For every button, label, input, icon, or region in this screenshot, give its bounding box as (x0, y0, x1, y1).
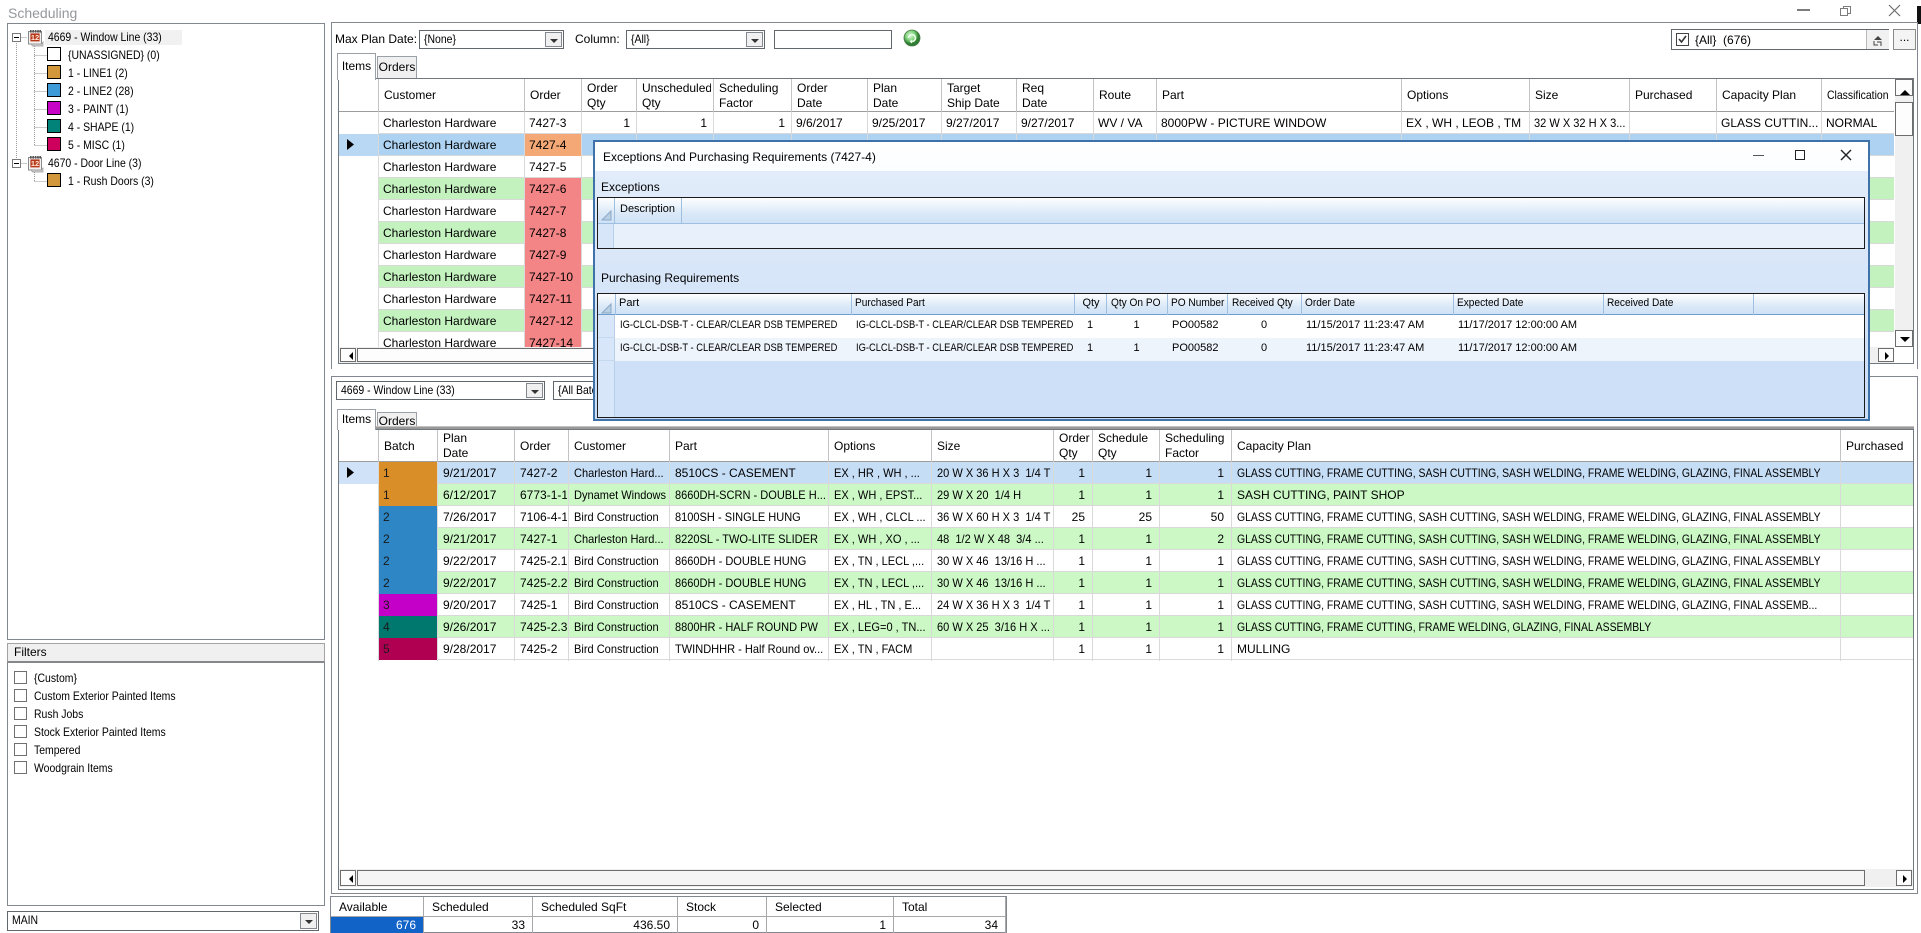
svg-text:12: 12 (31, 33, 39, 42)
svg-text:12: 12 (31, 159, 39, 168)
